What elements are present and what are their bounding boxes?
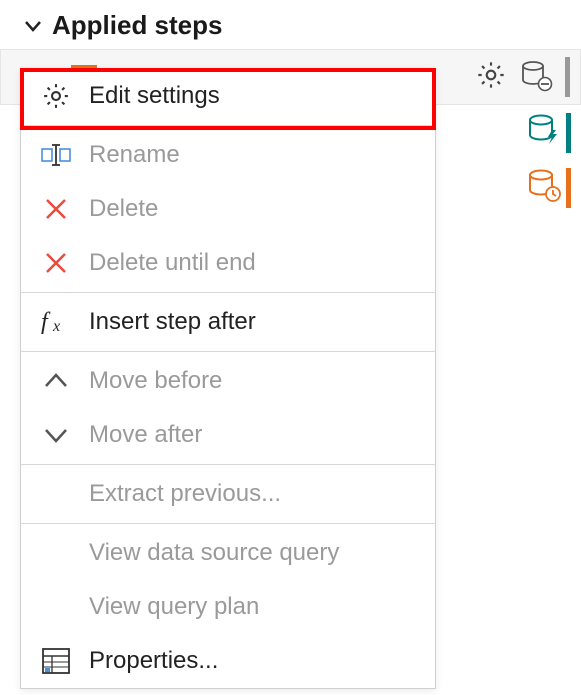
menu-view-query-plan: View query plan <box>21 580 435 634</box>
menu-separator <box>21 523 435 524</box>
svg-text:x: x <box>52 318 60 335</box>
menu-move-after: Move after <box>21 408 435 462</box>
teal-accent-bar <box>566 113 571 153</box>
menu-separator <box>21 351 435 352</box>
orange-accent-bar <box>566 168 571 208</box>
gear-icon <box>39 79 73 113</box>
menu-label: Properties... <box>89 647 218 675</box>
menu-label: View data source query <box>89 539 339 567</box>
menu-label: View query plan <box>89 593 259 621</box>
panel-title: Applied steps <box>52 10 222 41</box>
menu-properties[interactable]: Properties... <box>21 634 435 688</box>
menu-label: Move after <box>89 421 202 449</box>
chevron-up-icon <box>39 364 73 398</box>
blank-icon <box>39 477 73 511</box>
database-fast-icon[interactable] <box>526 112 562 153</box>
side-icons-column <box>526 112 571 208</box>
menu-extract-previous: Extract previous... <box>21 467 435 521</box>
menu-rename: Rename <box>21 128 435 182</box>
menu-edit-settings[interactable]: Edit settings <box>21 69 435 123</box>
fx-icon: f x <box>39 305 73 339</box>
menu-view-data-source-query: View data source query <box>21 526 435 580</box>
database-clock-icon[interactable] <box>526 167 562 208</box>
chevron-down-icon <box>24 17 42 35</box>
menu-insert-step-after[interactable]: f x Insert step after <box>21 295 435 349</box>
menu-label: Move before <box>89 367 222 395</box>
svg-text:f: f <box>41 309 51 335</box>
context-menu: Edit settings Rename Delete Delete until… <box>20 68 436 689</box>
menu-separator <box>21 464 435 465</box>
properties-icon <box>39 644 73 678</box>
menu-label: Delete <box>89 195 158 223</box>
menu-label: Edit settings <box>89 82 220 110</box>
menu-separator <box>21 292 435 293</box>
scrollbar-thumb[interactable] <box>565 57 570 97</box>
menu-delete: Delete <box>21 182 435 236</box>
rename-icon <box>39 138 73 172</box>
database-remove-icon[interactable] <box>519 58 553 97</box>
menu-separator <box>21 125 435 126</box>
delete-x-icon <box>39 246 73 280</box>
menu-delete-until-end: Delete until end <box>21 236 435 290</box>
menu-label: Insert step after <box>89 308 256 336</box>
applied-steps-header[interactable]: Applied steps <box>0 0 581 49</box>
chevron-down-icon <box>39 418 73 452</box>
blank-icon <box>39 536 73 570</box>
menu-label: Extract previous... <box>89 480 281 508</box>
gear-icon[interactable] <box>475 59 507 96</box>
menu-label: Rename <box>89 141 180 169</box>
blank-icon <box>39 590 73 624</box>
menu-label: Delete until end <box>89 249 256 277</box>
menu-move-before: Move before <box>21 354 435 408</box>
delete-x-icon <box>39 192 73 226</box>
